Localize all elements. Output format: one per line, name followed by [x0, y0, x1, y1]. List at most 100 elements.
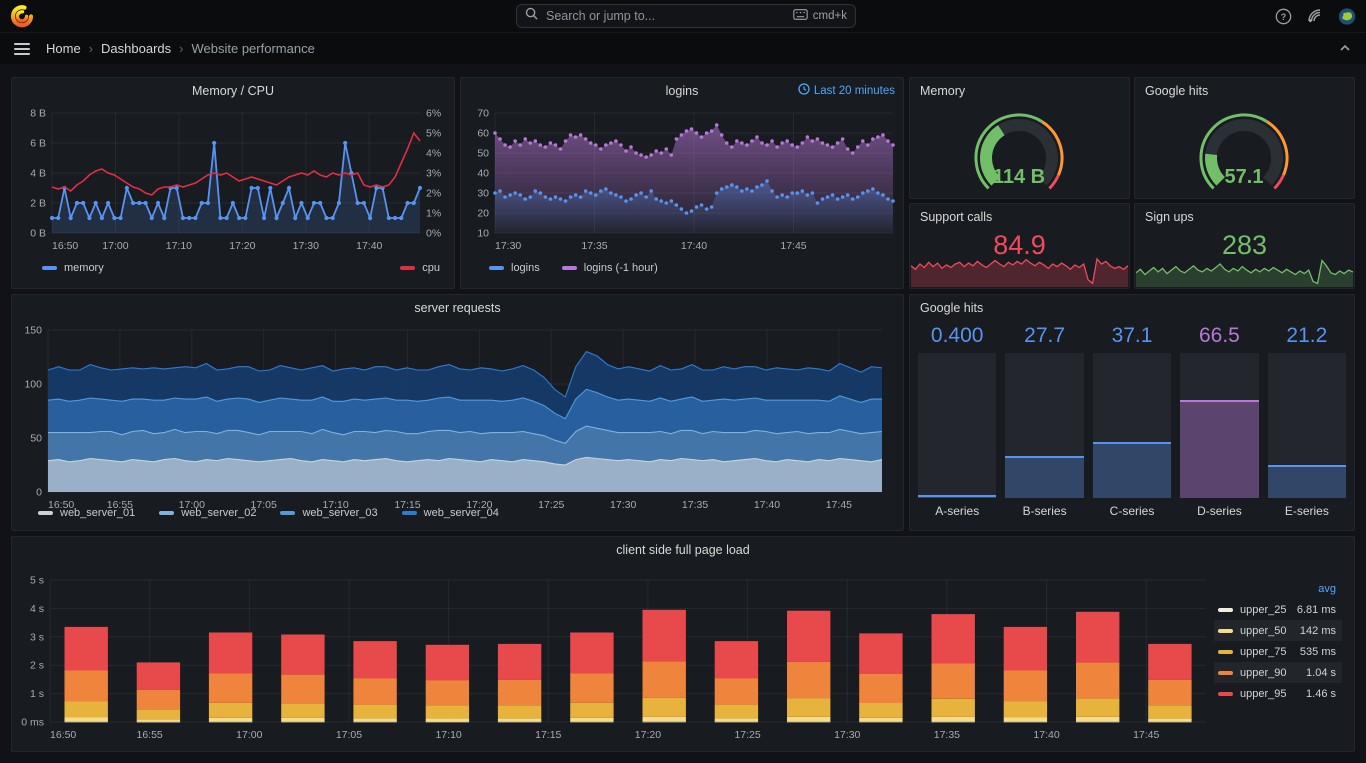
page-load-chart[interactable]: 0 ms 1 s 2 s 3 s 4 s 5 s 16:50 16:55 17:00 17:05 1…	[12, 561, 1356, 751]
panel-title[interactable]: client side full page load	[12, 537, 1354, 561]
legend-row-upper_90[interactable]: upper_90 1.04 s	[1214, 662, 1342, 683]
panel-title[interactable]: Google hits	[910, 295, 1354, 319]
legend-row-upper_95[interactable]: upper_95 1.46 s	[1214, 683, 1342, 704]
grafana-logo[interactable]	[10, 4, 34, 28]
legend-item-logins[interactable]: logins	[489, 262, 540, 274]
server-requests-chart[interactable]: 05010015016:50 16:55 17:00 17:05 17:10 17:15 1…	[12, 319, 905, 511]
gauge-memory[interactable]: 114 B	[910, 102, 1129, 196]
logins-prev-point	[593, 143, 598, 147]
bar-segment-upper_25	[353, 721, 397, 723]
panel-title[interactable]: Memory / CPU	[12, 78, 454, 102]
gauge-value: 114 B	[993, 166, 1045, 188]
logins-prev-point	[815, 137, 820, 141]
legend-item-logins-1-hour-[interactable]: logins (-1 hour)	[561, 262, 658, 274]
logins-prev-point	[543, 145, 548, 149]
logins-prev-point	[548, 141, 553, 145]
panel-title[interactable]: Sign ups	[1135, 204, 1354, 228]
legend-swatch	[1218, 649, 1233, 654]
logins-point	[845, 193, 850, 197]
bar-gauge-column-A-series: 0.400 A-series	[918, 321, 997, 522]
bar-gauge-track[interactable]	[1005, 353, 1084, 498]
logins-prev-point	[795, 145, 800, 149]
chevron-up-icon[interactable]	[1338, 41, 1354, 57]
panel-logins: logins Last 20 minutes 10 20 30 40 50 60 70 17:…	[460, 77, 904, 289]
legend-item-memory[interactable]: memory	[42, 262, 104, 274]
memory-point	[274, 215, 279, 221]
axis-tick-label: 150	[24, 325, 42, 337]
gauge-fill	[1205, 153, 1226, 186]
logins-prev-point	[553, 143, 558, 147]
legend-item-web-server-04[interactable]: web_server_04	[401, 507, 499, 519]
memory-point	[124, 185, 129, 191]
memory-point	[68, 215, 73, 221]
help-icon[interactable]: ?	[1274, 7, 1292, 25]
memory-point	[249, 185, 254, 191]
logins-point	[855, 195, 860, 199]
bar-segment-upper_90	[425, 680, 470, 706]
legend-item-web-server-02[interactable]: web_server_02	[159, 507, 256, 519]
memory-point	[143, 200, 148, 206]
panel-title[interactable]: Support calls	[910, 204, 1129, 228]
axis-tick-label: 17:00	[236, 729, 262, 741]
bar-segment-upper_90	[859, 674, 903, 703]
legend-item-cpu[interactable]: cpu	[400, 262, 440, 274]
search-box[interactable]: cmd+k	[516, 4, 856, 28]
axis-tick-label: 4 B	[30, 168, 46, 180]
bar-segment-upper_90	[570, 673, 614, 703]
logins-point	[498, 189, 502, 193]
breadcrumb-dashboards[interactable]: Dashboards	[101, 41, 171, 56]
logins-prev-point	[533, 139, 538, 143]
legend-avg-value: 1.46 s	[1306, 687, 1336, 700]
bar-segment-upper_95	[497, 643, 542, 680]
memory-point	[93, 200, 98, 206]
legend-row-upper_75[interactable]: upper_75 535 ms	[1214, 641, 1342, 662]
memory-cpu-chart[interactable]: 0 B 2 B 4 B 6 B 8 B 0% 1% 2% 3% 4% 5% 6% 16:50 17:00 1…	[12, 102, 456, 260]
logins-prev-point	[513, 139, 517, 143]
logins-point	[533, 189, 538, 193]
logins-prev-point	[750, 139, 754, 143]
panel-title[interactable]: Google hits	[1135, 78, 1354, 102]
legend-row-upper_50[interactable]: upper_50 142 ms	[1214, 620, 1342, 641]
logins-point	[735, 185, 739, 189]
bar-gauge-track[interactable]	[1267, 353, 1347, 498]
logins-prev-point	[871, 137, 875, 141]
logins-point	[649, 189, 653, 193]
bar-segment-upper_50	[208, 717, 253, 722]
logins-chart[interactable]: 10 20 30 40 50 60 70 17:30 17:35 17:40 17:45	[461, 102, 905, 260]
user-avatar[interactable]	[1338, 7, 1356, 25]
breadcrumb-home[interactable]: Home	[46, 41, 81, 56]
menu-icon[interactable]	[14, 42, 30, 55]
logins-point	[513, 191, 517, 195]
memory-point	[205, 200, 211, 206]
news-icon[interactable]	[1306, 7, 1324, 25]
axis-tick-label: 17:20	[229, 240, 255, 252]
logins-prev-point	[523, 137, 528, 141]
axis-tick-label: 17:05	[336, 729, 362, 741]
gauge-google[interactable]: 57.1	[1135, 102, 1354, 196]
panel-title[interactable]: Memory	[910, 78, 1129, 102]
legend-item-web-server-03[interactable]: web_server_03	[280, 507, 378, 519]
bar-segment-upper_50	[931, 716, 975, 722]
bar-gauge-track[interactable]	[918, 353, 997, 498]
bar-segment-upper_50	[281, 717, 325, 722]
logins-prev-point	[538, 143, 543, 147]
logins-point	[755, 185, 759, 189]
legend-label: upper_90	[1240, 666, 1287, 679]
legend-label: web_server_04	[423, 507, 499, 519]
search-input[interactable]	[544, 8, 793, 24]
memory-point	[224, 215, 229, 221]
logins-point	[780, 193, 784, 197]
bar-gauge-track[interactable]	[1180, 353, 1259, 498]
logins-prev-point	[578, 133, 583, 137]
legend-header[interactable]: avg	[1214, 581, 1342, 599]
memory-point	[155, 200, 161, 206]
legend-row-upper_25[interactable]: upper_25 6.81 ms	[1214, 599, 1342, 620]
logins-prev-point	[740, 141, 744, 145]
bar-gauge-track[interactable]	[1092, 353, 1172, 498]
bar-gauge-column-C-series: 37.1 C-series	[1092, 321, 1172, 522]
legend-label: logins (-1 hour)	[583, 262, 658, 274]
legend-item-web-server-01[interactable]: web_server_01	[38, 507, 135, 519]
time-range[interactable]: Last 20 minutes	[798, 83, 895, 98]
panel-title[interactable]: server requests	[12, 295, 903, 319]
bar-segment-upper_75	[497, 705, 542, 719]
